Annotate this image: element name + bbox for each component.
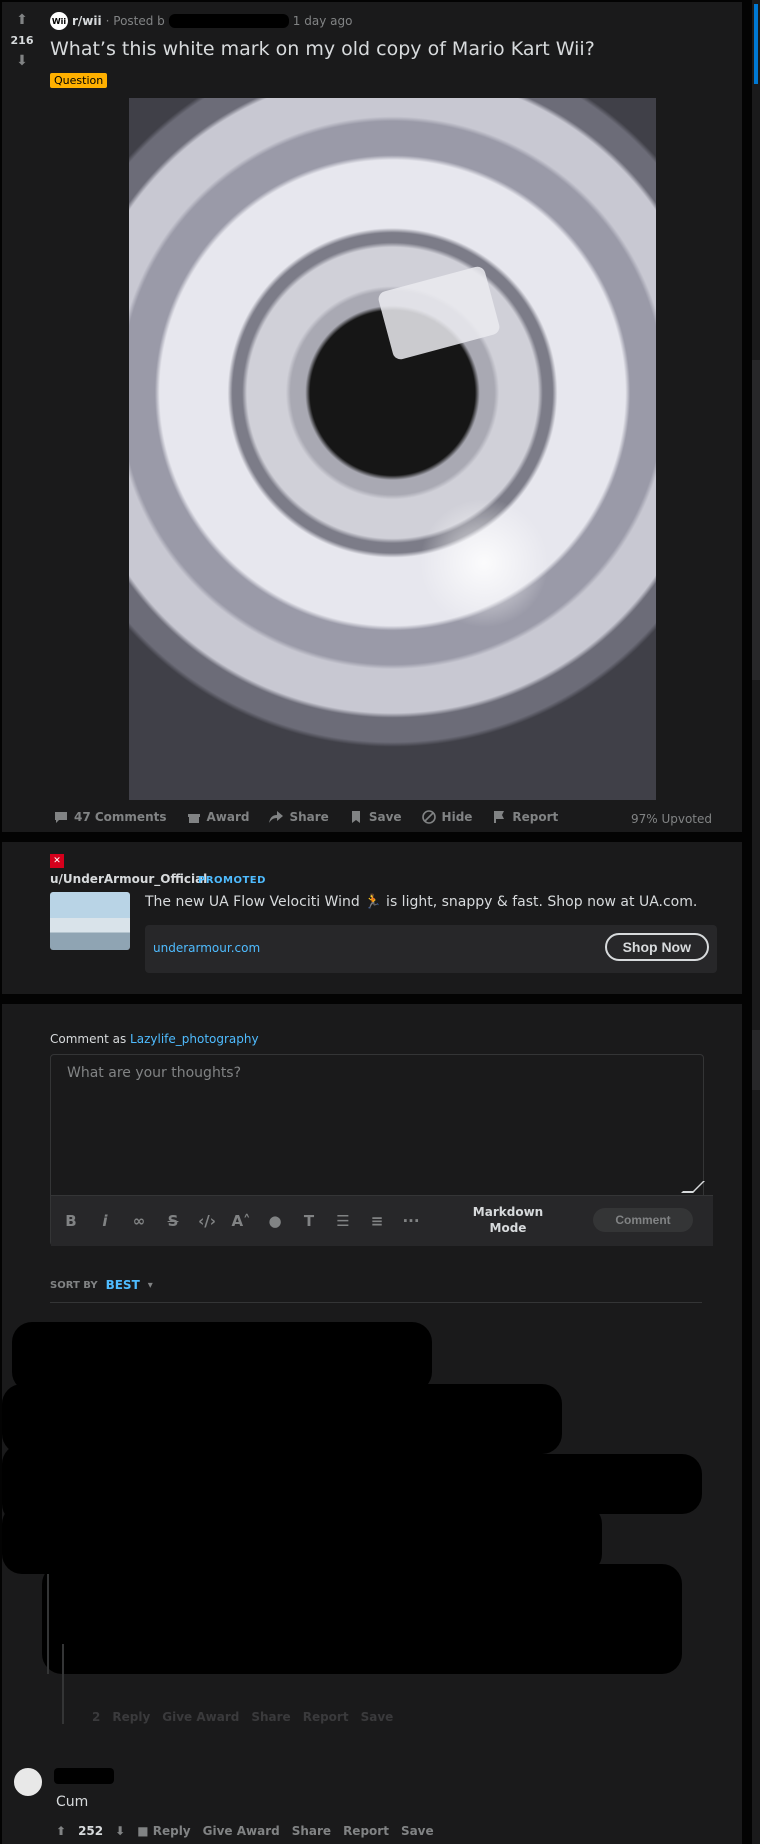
chevron-down-icon[interactable]: ▾ [148, 1280, 153, 1291]
comment-as: Comment as Lazylife_photography [50, 1032, 259, 1046]
report-button[interactable]: Report [343, 1824, 389, 1838]
right-rail [752, 0, 760, 1844]
italic-icon[interactable]: i [95, 1212, 115, 1230]
comments-button[interactable]: 47 Comments [54, 810, 167, 824]
ad-username[interactable]: u/UnderArmour_Official [50, 872, 207, 886]
ad-text[interactable]: The new UA Flow Velociti Wind 🏃 is light… [145, 894, 697, 910]
comments-card: Comment as Lazylife_photography B i ∞ S … [2, 1004, 742, 1844]
upvote-icon[interactable]: ⬆ [56, 1824, 66, 1838]
post-meta: Wii r/wii · Posted b 1 day ago [50, 12, 352, 30]
subreddit-link[interactable]: r/wii [72, 14, 102, 28]
post-card: ⬆ 216 ⬇ Wii r/wii · Posted b 1 day ago W… [2, 2, 742, 832]
reply-button[interactable]: ■ Reply [137, 1824, 190, 1838]
bulleted-list-icon[interactable]: ☰ [333, 1212, 353, 1230]
comment-editor: B i ∞ S ‹/› A˄ ● T ☰ ≡ ··· Markdown Mode… [50, 1054, 713, 1246]
rail-segment [752, 360, 760, 680]
heading-icon[interactable]: T [299, 1212, 319, 1230]
markdown-mode-button[interactable]: Markdown Mode [463, 1204, 553, 1236]
comment-as-label: Comment as [50, 1032, 127, 1046]
save-button[interactable]: Save [349, 810, 402, 824]
share-button[interactable]: Share [292, 1824, 331, 1838]
comment-icon [55, 812, 67, 823]
share-button[interactable]: Share [269, 810, 329, 824]
link-icon[interactable]: ∞ [129, 1212, 149, 1230]
superscript-icon[interactable]: A˄ [231, 1212, 251, 1230]
comment-submit-button[interactable]: Comment [593, 1208, 693, 1232]
bold-icon[interactable]: B [61, 1212, 81, 1230]
hide-button[interactable]: Hide [421, 810, 473, 824]
report-button[interactable]: Report [492, 810, 558, 824]
shop-now-button[interactable]: Shop Now [604, 933, 709, 961]
comment-body: Cum [56, 1794, 89, 1810]
comment-as-username[interactable]: Lazylife_photography [130, 1032, 259, 1046]
upvote-icon[interactable]: ⬆ [2, 12, 42, 28]
avatar[interactable] [12, 1766, 44, 1798]
spoiler-icon[interactable]: ● [265, 1212, 285, 1230]
award-button[interactable]: Award [187, 810, 250, 824]
divider [50, 1302, 702, 1303]
post-time[interactable]: 1 day ago [293, 14, 353, 28]
promoted-label: PROMOTED [198, 875, 266, 886]
give-award-button[interactable]: Give Award [203, 1824, 280, 1838]
comment-actions: ⬆ 252 ⬇ ■ Reply Give Award Share Report … [56, 1824, 434, 1838]
post-actions: 47 Comments Award Share Save Hide Report [54, 810, 558, 824]
faded-reply[interactable]: Reply [112, 1710, 150, 1724]
sort-value[interactable]: BEST [106, 1278, 140, 1292]
faded-reply-actions: 2 Reply Give Award Share Report Save [92, 1710, 393, 1724]
award-label: Award [206, 810, 250, 824]
sort-by-label: SORT BY [50, 1279, 98, 1291]
rail-segment [752, 1030, 760, 1090]
bookmark-icon [351, 811, 360, 823]
posted-by-label: · Posted b [105, 14, 165, 28]
redacted-username [54, 1768, 114, 1784]
strikethrough-icon[interactable]: S [163, 1212, 183, 1230]
hide-icon [421, 810, 436, 824]
subreddit-icon[interactable]: Wii [50, 12, 68, 30]
ad-card: ✕ u/UnderArmour_Official PROMOTED The ne… [2, 842, 742, 994]
ad-link-box[interactable]: underarmour.com Shop Now [145, 925, 717, 973]
comments-label: 47 Comments [74, 810, 167, 824]
faded-report[interactable]: Report [303, 1710, 349, 1724]
save-button[interactable]: Save [401, 1824, 434, 1838]
faded-give-award[interactable]: Give Award [162, 1710, 239, 1724]
faded-score: 2 [92, 1710, 101, 1724]
ad-thumbnail[interactable] [50, 892, 130, 950]
hide-label: Hide [441, 810, 473, 824]
ad-domain[interactable]: underarmour.com [153, 941, 260, 955]
flag-icon [494, 811, 505, 823]
redacted-region [12, 1322, 432, 1392]
save-label: Save [368, 810, 402, 824]
share-label: Share [289, 810, 329, 824]
post-score: 216 [10, 34, 34, 47]
under-armour-logo-icon[interactable]: ✕ [50, 854, 64, 868]
redacted-region [42, 1564, 682, 1674]
code-icon[interactable]: ‹/› [197, 1212, 217, 1230]
rail-accent [754, 4, 758, 84]
faded-save[interactable]: Save [361, 1710, 394, 1724]
more-icon[interactable]: ··· [401, 1212, 421, 1230]
sort-by[interactable]: SORT BY BEST ▾ [50, 1278, 153, 1292]
post-title[interactable]: What’s this white mark on my old copy of… [50, 38, 595, 60]
post-flair[interactable]: Question [50, 73, 108, 88]
numbered-list-icon[interactable]: ≡ [367, 1212, 387, 1230]
comment-score: 252 [78, 1824, 104, 1838]
reply-label: Reply [152, 1824, 191, 1838]
editor-toolbar: B i ∞ S ‹/› A˄ ● T ☰ ≡ ··· Markdown Mode… [51, 1195, 713, 1246]
light-glare [414, 493, 554, 633]
post-image[interactable] [129, 98, 656, 800]
white-mark [376, 264, 502, 362]
redacted-username [168, 14, 289, 28]
faded-share[interactable]: Share [251, 1710, 290, 1724]
vote-column: ⬆ 216 ⬇ [2, 12, 42, 69]
comment-textarea[interactable] [51, 1055, 703, 1195]
thread-line[interactable] [47, 1574, 49, 1674]
thread-line[interactable] [62, 1644, 64, 1724]
gift-icon [187, 814, 200, 823]
report-label: Report [512, 810, 559, 824]
share-icon [269, 811, 284, 823]
downvote-icon[interactable]: ⬇ [2, 53, 42, 69]
downvote-icon[interactable]: ⬇ [115, 1824, 125, 1838]
comment-icon: ■ [137, 1824, 149, 1838]
upvote-ratio: 97% Upvoted [630, 812, 712, 826]
